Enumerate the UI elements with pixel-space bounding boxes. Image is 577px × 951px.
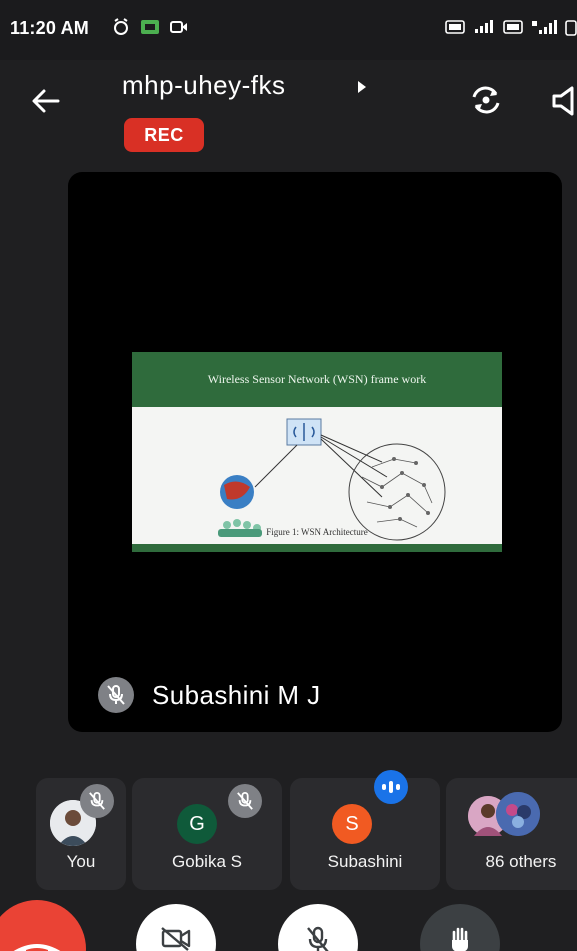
back-button[interactable] — [26, 82, 64, 120]
alarm-icon — [114, 18, 128, 35]
participant-tile-gobika[interactable]: G Gobika S — [132, 778, 282, 890]
end-call-button[interactable] — [0, 900, 86, 951]
speaker-button[interactable] — [552, 84, 577, 118]
speaker-mic-status — [98, 677, 134, 713]
presentation-slide: Wireless Sensor Network (WSN) frame work — [132, 352, 502, 552]
slide-caption: Figure 1: WSN Architecture — [266, 527, 368, 537]
participant-tile-subashini[interactable]: S Subashini — [290, 770, 440, 890]
mic-muted-badge — [228, 784, 262, 818]
slide-footer — [132, 544, 502, 552]
mic-muted-badge — [80, 784, 114, 818]
signal-icon — [475, 20, 493, 33]
status-icons-left — [112, 18, 188, 36]
camera-toggle-button[interactable] — [136, 904, 216, 951]
status-time: 11:20 AM — [10, 18, 89, 38]
presenter-tile[interactable]: Wireless Sensor Network (WSN) frame work — [68, 172, 562, 732]
raise-hand-icon — [452, 927, 468, 951]
speaker-name: Subashini M J — [152, 679, 321, 710]
meeting-code-title[interactable]: mhp-uhey-fks — [122, 70, 286, 101]
end-call-icon — [13, 944, 61, 951]
group-photo-icon — [496, 792, 540, 836]
participant-label: Gobika S — [172, 852, 242, 871]
volte-icon — [445, 20, 465, 34]
switch-camera-icon — [472, 86, 500, 114]
switch-camera-button[interactable] — [468, 82, 504, 118]
mic-toggle-button[interactable] — [278, 904, 358, 951]
participant-tile-others[interactable]: 86 others — [446, 778, 577, 890]
participant-tile-you[interactable]: You — [36, 778, 126, 890]
mic-off-icon — [89, 792, 105, 810]
slide-header: Wireless Sensor Network (WSN) frame work — [132, 352, 502, 407]
speaker-name-row: Subashini M J — [98, 677, 321, 713]
avatar-stack-2 — [496, 792, 540, 836]
signal-4g-icon — [532, 20, 557, 34]
back-arrow-icon — [32, 89, 60, 113]
status-bar: 11:20 AM — [0, 0, 577, 60]
battery-icon — [565, 20, 577, 36]
participant-label: Subashini — [327, 852, 403, 871]
participant-label: 86 others — [485, 852, 557, 871]
participant-label: You — [66, 852, 96, 871]
camera-off-icon — [161, 927, 191, 951]
mic-off-icon — [307, 926, 329, 951]
call-controls — [0, 900, 577, 951]
caret-right-icon[interactable] — [355, 78, 369, 96]
raise-hand-button[interactable] — [420, 904, 500, 951]
volte-icon — [503, 20, 523, 34]
avatar: G — [177, 804, 217, 844]
slide-title: Wireless Sensor Network (WSN) frame work — [207, 372, 427, 386]
rec-badge: REC — [124, 118, 204, 152]
slide-diagram: Figure 1: WSN Architecture — [132, 407, 502, 552]
mic-off-icon — [107, 685, 125, 705]
gallery-icon — [141, 20, 159, 34]
speaking-indicator-icon — [374, 770, 408, 804]
mic-off-icon — [237, 792, 253, 810]
participants-strip: You G Gobika S S Subashini 86 others — [36, 770, 577, 890]
record-icon — [170, 21, 187, 33]
avatar: S — [332, 804, 372, 844]
status-icons-right — [445, 18, 577, 36]
speaker-icon — [552, 86, 574, 116]
